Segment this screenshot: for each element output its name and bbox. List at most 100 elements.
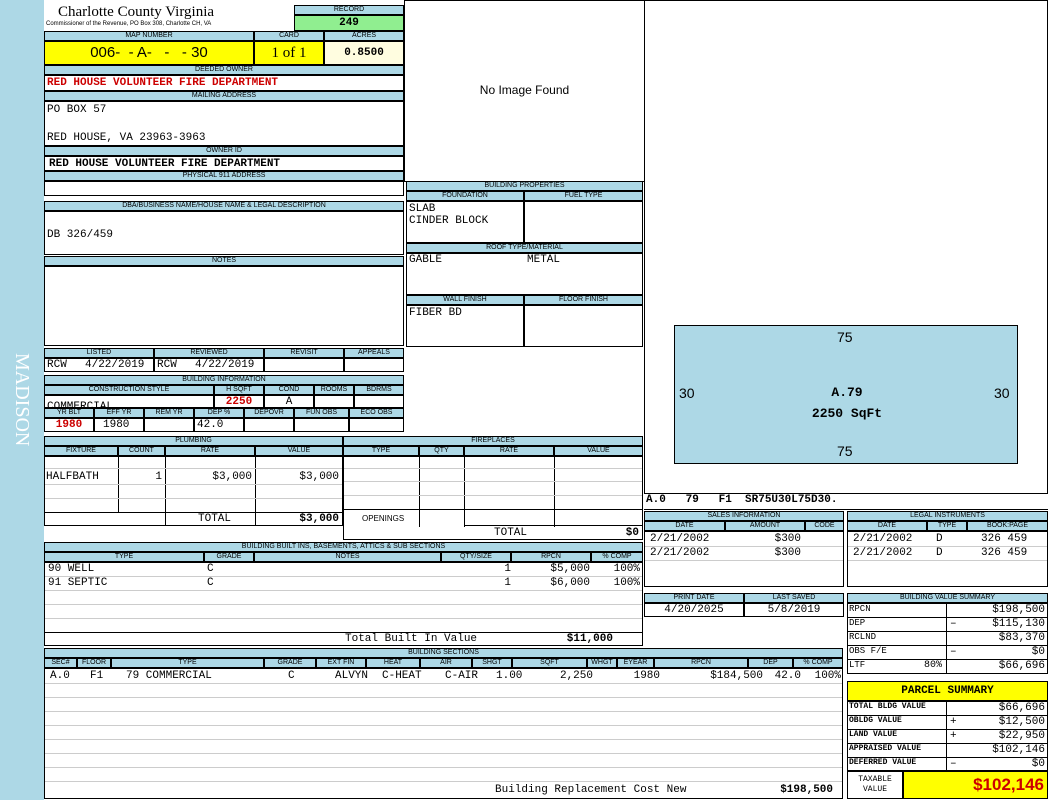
sections-col-header: GRADE	[264, 658, 316, 668]
foundation-header: FOUNDATION	[406, 191, 524, 201]
effyr-value: 1980	[94, 418, 144, 432]
fuel-header: FUEL TYPE	[524, 191, 643, 201]
sketch-caption-line	[644, 509, 1048, 510]
dba-header: DBA/BUSINESS NAME/HOUSE NAME & LEGAL DES…	[44, 201, 404, 211]
sections-col-header: % COMP	[793, 658, 843, 668]
sections-col-header: SHGT	[472, 658, 512, 668]
fuel-value	[524, 201, 643, 243]
sections-header: BUILDING SECTIONS	[44, 648, 843, 658]
sections-col-header: SEC#	[44, 658, 77, 668]
cond-value: A	[264, 395, 314, 408]
yrblt-header: YR BLT	[44, 408, 94, 418]
fireplace-col-type: TYPE	[343, 446, 419, 456]
sketch-area-label: A.79	[831, 385, 863, 400]
construction-style: COMMERCIAL	[44, 395, 214, 413]
hsqft-header: H SQFT	[214, 385, 264, 395]
mailing-address: PO BOX 57 RED HOUSE, VA 23963-3963	[44, 101, 404, 146]
fireplace-col-value: VALUE	[554, 446, 643, 456]
hsqft-value: 2250	[214, 395, 264, 408]
plumbing-col-rate: RATE	[165, 446, 255, 456]
openings-label: OPENINGS	[362, 514, 405, 523]
revisit-field	[264, 358, 344, 372]
fireplace-total: $0	[625, 527, 639, 539]
fireplace-col-rate: RATE	[464, 446, 554, 456]
sketch-area: 75 75 30 30 A.79 2250 SqFt	[644, 0, 1048, 494]
physical-address	[44, 181, 404, 196]
acres-header: ACRES	[324, 31, 404, 41]
notes-box	[44, 266, 404, 346]
rooms-header: ROOMS	[314, 385, 354, 395]
remyr-header: REM YR	[144, 408, 194, 418]
sales-table: 2/21/2002 $300 2/21/2002 $300	[644, 531, 844, 587]
dep-header: DEP %	[194, 408, 244, 418]
plumbing-col-fixture: FIXTURE	[44, 446, 118, 456]
sales-header: SALES INFORMATION	[644, 511, 844, 521]
fireplace-total-label: TOTAL	[494, 527, 528, 539]
deeded-owner-header: DEEDED OWNER	[44, 65, 404, 75]
plumbing-table: HALFBATH 1 $3,000 $3,000 TOTAL $3,000	[44, 456, 343, 526]
taxable-label: TAXABLE VALUE	[858, 775, 892, 794]
sections-col-header: EYEAR	[617, 658, 654, 668]
sketch-dim-left: 30	[679, 385, 695, 401]
taxable-value-box: $102,146	[903, 771, 1048, 799]
map-number: 006- - A- - - 30	[44, 41, 254, 65]
sketch-caption: A.0 79 F1 SR75U30L75D30.	[646, 494, 838, 506]
funobs-header: FUN OBS	[294, 408, 349, 418]
builtins-col-qty: QTY/SIZE	[441, 552, 511, 562]
appeals-field	[344, 358, 404, 372]
floor-header: FLOOR FINISH	[524, 295, 643, 305]
mailing-address-header: MAILING ADDRESS	[44, 91, 404, 101]
sections-col-header: SQFT	[512, 658, 587, 668]
builtins-col-grade: GRADE	[204, 552, 254, 562]
legal-header: LEGAL INSTRUMENTS	[847, 511, 1048, 521]
builtins-header: BUILDING BUILT INS, BASEMENTS, ATTICS & …	[44, 542, 643, 552]
sections-col-header: RPCN	[654, 658, 748, 668]
map-number-header: MAP NUMBER	[44, 31, 254, 41]
parcel-summary-header: PARCEL SUMMARY	[847, 681, 1048, 701]
roof-header: ROOF TYPE/MATERIAL	[406, 243, 643, 253]
sketch-dim-top: 75	[837, 329, 853, 345]
card-number: 1 of 1	[254, 41, 324, 65]
physical-address-header: PHYSICAL 911 ADDRESS	[44, 171, 404, 181]
dep-value: 42.0	[194, 418, 244, 432]
listed-header: LISTED	[44, 348, 154, 358]
remyr-value	[144, 418, 194, 432]
rcn-value: $198,500	[780, 784, 833, 796]
plumbing-header: PLUMBING	[44, 436, 343, 446]
building-props-header: BUILDING PROPERTIES	[406, 181, 643, 191]
owner-id: RED HOUSE VOLUNTEER FIRE DEPARTMENT	[44, 156, 404, 171]
legal-table: 2/21/2002 D 326 459 2/21/2002 D 326 459	[847, 531, 1048, 587]
taxable-value: $102,146	[973, 775, 1044, 794]
county-address: Commissioner of the Revenue, PO Box 308,…	[46, 21, 212, 27]
print-date: 4/20/2025	[644, 603, 744, 617]
listed-field: RCW 4/22/2019	[44, 358, 154, 372]
district-label: MADISON	[11, 353, 33, 447]
builtins-col-notes: NOTES	[254, 552, 441, 562]
wall-header: WALL FINISH	[406, 295, 524, 305]
reviewed-header: REVIEWED	[154, 348, 264, 358]
card-header: CARD	[254, 31, 324, 41]
record-header: RECORD	[294, 5, 404, 15]
builtins-total-label: Total Built In Value	[345, 633, 478, 645]
sections-col-header: DEP	[748, 658, 793, 668]
sketch-dim-bottom: 75	[837, 443, 853, 459]
rcn-label: Building Replacement Cost New	[495, 784, 687, 796]
wall-value: FIBER BD	[406, 305, 524, 347]
last-saved-header: LAST SAVED	[744, 593, 844, 603]
sections-col-header: TYPE	[111, 658, 264, 668]
sections-col-header: AIR	[420, 658, 472, 668]
sketch-sqft-label: 2250 SqFt	[811, 406, 883, 421]
foundation-value: SLAB CINDER BLOCK	[406, 201, 524, 243]
depovr-value	[244, 418, 294, 432]
acres-value: 0.8500	[324, 41, 404, 65]
sections-table: A.0 F1 79 COMMERCIAL C ALVYN C-HEAT C-AI…	[44, 668, 843, 799]
deeded-owner: RED HOUSE VOLUNTEER FIRE DEPARTMENT	[44, 75, 404, 91]
sections-col-header: WHGT	[587, 658, 617, 668]
sections-col-header: EXT FIN	[316, 658, 366, 668]
legal-col-date: DATE	[847, 521, 927, 531]
no-image-text: No Image Found	[479, 83, 570, 97]
roof-value: GABLE METAL	[406, 253, 643, 295]
sales-col-amount: AMOUNT	[725, 521, 805, 531]
funobs-value	[294, 418, 349, 432]
builtins-table: 90 WELL C 1 $5,000 100% 91 SEPTIC C 1 $6…	[44, 562, 643, 646]
